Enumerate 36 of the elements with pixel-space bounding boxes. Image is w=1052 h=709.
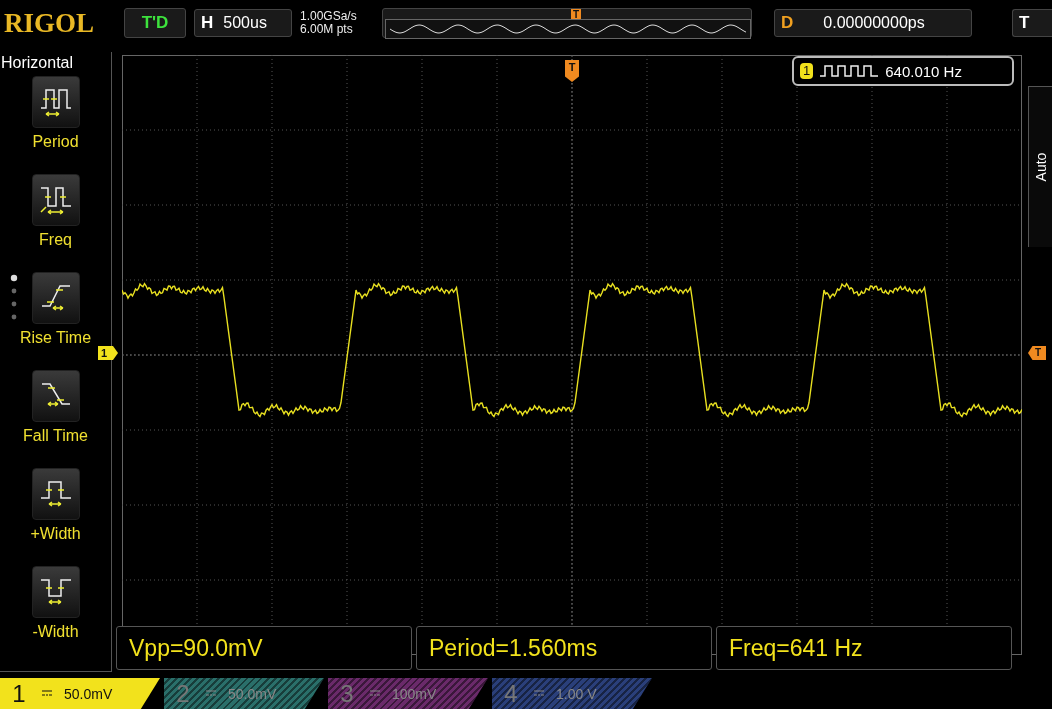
menu-label: -Width xyxy=(32,623,79,641)
run-status: T'D xyxy=(124,8,186,38)
channel-tab[interactable]: 4 1.00 V xyxy=(492,678,652,709)
measurement-value: Freq=641 Hz xyxy=(716,626,1012,670)
sample-rate: 1.00GSa/s xyxy=(300,10,358,23)
channel-scale: 1.00 V xyxy=(556,685,597,702)
channel-tab[interactable]: 1 50.0mV xyxy=(0,678,160,709)
brand-logo: RIGOL xyxy=(4,7,96,39)
channel-number: 1 xyxy=(11,679,27,708)
measurement-value: Vpp=90.0mV xyxy=(116,626,412,670)
channel-scale: 100mV xyxy=(392,685,437,702)
channel-number: 3 xyxy=(339,679,355,708)
trigger-mode: Auto xyxy=(1033,152,1049,182)
delay-label: D xyxy=(781,13,794,33)
channel-scale: 50.0mV xyxy=(228,685,277,702)
channel-badge: 1 xyxy=(800,63,814,79)
menu-label: +Width xyxy=(30,525,81,543)
measurement-value: Period=1.560ms xyxy=(416,626,712,670)
menu-label: Freq xyxy=(39,231,72,249)
trigger-level-marker: T xyxy=(1028,346,1046,360)
channel-tab[interactable]: 3 100mV xyxy=(328,678,488,709)
channel-number: 2 xyxy=(175,679,191,708)
menu-label: Period xyxy=(32,133,79,151)
trigger-label: T xyxy=(1019,13,1030,33)
menu-label: Rise Time xyxy=(19,329,92,347)
channel-marker: 1 xyxy=(98,346,118,360)
menu-title: Horizontal xyxy=(0,54,74,72)
counter-value: 640.010 Hz xyxy=(885,62,962,80)
timebase-label: H xyxy=(201,13,214,33)
menu-label: Fall Time xyxy=(23,427,88,445)
timebase-value: 500us xyxy=(223,14,267,32)
channel-number: 4 xyxy=(503,679,519,708)
trigger-position-marker: T xyxy=(565,60,579,82)
channel-scale: 50.0mV xyxy=(64,685,113,702)
memory-depth: 6.00M pts xyxy=(300,23,354,36)
delay-value: 0.00000000ps xyxy=(823,14,925,32)
